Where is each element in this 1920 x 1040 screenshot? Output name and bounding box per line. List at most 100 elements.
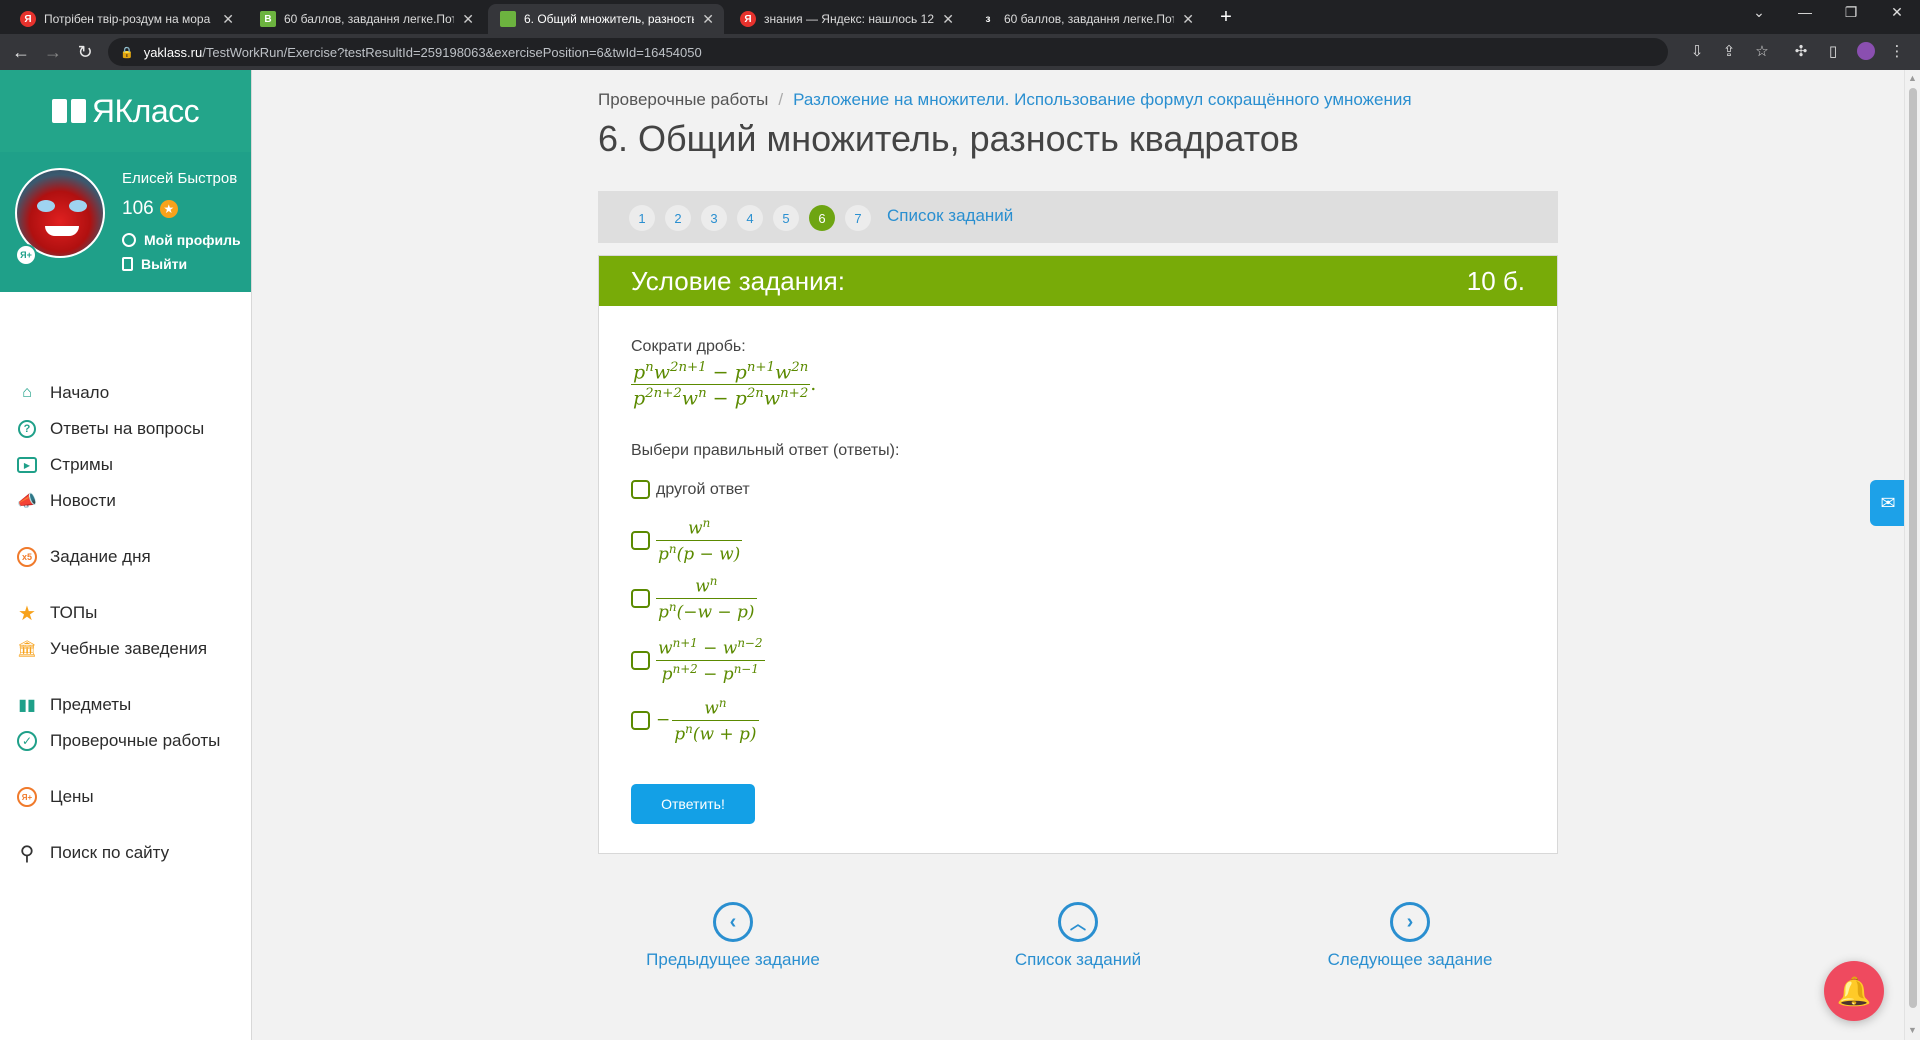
- answer-formula: wn+1 − wn−2 pn+2 − pn−1: [656, 636, 765, 685]
- browser-tab[interactable]: Я Потрібен твір-роздум на мора ✕: [8, 4, 244, 34]
- sidebar-item-subjects[interactable]: ▮▮ Предметы: [16, 694, 131, 716]
- close-window-button[interactable]: ✕: [1882, 4, 1912, 21]
- browser-toolbar: ← → ↻ 🔒 yaklass.ru /TestWorkRun/Exercise…: [0, 34, 1920, 70]
- tab-close-icon[interactable]: ✕: [222, 11, 234, 28]
- sidebar-item-label: Цены: [50, 787, 94, 806]
- answer-checkbox[interactable]: [631, 530, 650, 550]
- menu-dots-icon[interactable]: ⋮: [1886, 42, 1908, 60]
- prev-task-link[interactable]: ‹ Предыдущее задание: [643, 902, 823, 970]
- feedback-mail-icon[interactable]: ✉: [1870, 480, 1906, 526]
- task-list-label: Список заданий: [1014, 950, 1142, 969]
- bookmark-star-icon[interactable]: ☆: [1751, 42, 1773, 60]
- scrollbar[interactable]: ▲ ▼: [1904, 70, 1920, 1040]
- browser-tab[interactable]: з 60 баллов, завдання легке.Потр ✕: [968, 4, 1204, 34]
- pager-item[interactable]: 5: [773, 205, 799, 231]
- sidebar-item-prices[interactable]: Я+ Цены: [16, 786, 94, 808]
- new-tab-button[interactable]: +: [1215, 6, 1237, 29]
- tab-close-icon[interactable]: ✕: [1182, 11, 1194, 28]
- sidebar-item-home[interactable]: ⌂ Начало: [16, 382, 109, 404]
- logo[interactable]: ЯКласс: [0, 70, 251, 152]
- book-favicon-icon: [500, 11, 516, 27]
- pager-item[interactable]: 4: [737, 205, 763, 231]
- task-card: Условие задания: 10 б. Сократи дробь: pn…: [598, 255, 1558, 854]
- logout-link[interactable]: Выйти: [122, 256, 187, 272]
- browser-tab[interactable]: B 60 баллов, завдання легке.Потр ✕: [248, 4, 484, 34]
- search-icon: ⚲: [19, 842, 35, 865]
- sidebar-item-tops[interactable]: ★ ТОПы: [16, 602, 97, 625]
- reload-icon[interactable]: ↻: [74, 42, 96, 62]
- my-profile-link[interactable]: Мой профиль: [122, 232, 241, 248]
- restore-button[interactable]: ❐: [1836, 4, 1866, 21]
- pager-item-current[interactable]: 6: [809, 205, 835, 231]
- notification-bell-icon[interactable]: 🔔: [1824, 961, 1884, 1021]
- sidebar-item-schools[interactable]: 🏛 Учебные заведения: [16, 638, 207, 660]
- tab-close-icon[interactable]: ✕: [462, 11, 474, 28]
- megaphone-icon: 📣: [17, 493, 37, 510]
- choose-prompt: Выбери правильный ответ (ответы):: [631, 442, 900, 459]
- task-list-bottom-link[interactable]: ︿ Список заданий: [978, 902, 1178, 970]
- sidebar-item-daily-task[interactable]: x5 Задание дня: [16, 546, 151, 568]
- page: ЯКласс Я+ Елисей Быстров 106 ★ Мой профи…: [0, 70, 1920, 1040]
- breadcrumb-current[interactable]: Разложение на множители. Использование ф…: [793, 90, 1412, 109]
- next-task-link[interactable]: › Следующее задание: [1315, 902, 1505, 970]
- tab-close-icon[interactable]: ✕: [942, 11, 954, 28]
- star-icon: ★: [159, 200, 178, 218]
- sidebar-item-label: Проверочные работы: [50, 731, 221, 750]
- minimize-button[interactable]: —: [1790, 4, 1820, 20]
- pager-item[interactable]: 1: [629, 205, 655, 231]
- answer-formula: wn pn(w + p): [672, 696, 759, 745]
- scrollbar-thumb[interactable]: [1909, 88, 1917, 1008]
- extensions-icon[interactable]: ✣: [1790, 42, 1812, 60]
- answer-option-1[interactable]: wn pn(p − w): [631, 516, 743, 564]
- task-points: 10 б.: [1466, 265, 1525, 296]
- sidebar-item-tests[interactable]: ✓ Проверочные работы: [16, 730, 220, 752]
- browser-tab[interactable]: Я знания — Яндекс: нашлось 12 м ✕: [728, 4, 964, 34]
- sidebar-item-label: Учебные заведения: [50, 639, 208, 658]
- task-list-link[interactable]: Список заданий: [887, 206, 1013, 226]
- forward-icon[interactable]: →: [42, 42, 64, 62]
- install-icon[interactable]: ⇩: [1686, 42, 1708, 60]
- page-title: 6. Общий множитель, разность квадратов: [598, 118, 1299, 159]
- back-icon[interactable]: ←: [10, 42, 32, 62]
- answer-checkbox[interactable]: [631, 650, 650, 670]
- url-host: yaklass.ru: [143, 44, 203, 60]
- sidebar-item-streams[interactable]: ▶ Стримы: [16, 454, 113, 476]
- yandex-favicon-icon: Я: [20, 11, 36, 27]
- answer-option-2[interactable]: wn pn(−w − p): [631, 574, 757, 622]
- tab-title: 60 баллов, завдання легке.Потр: [1004, 12, 1175, 26]
- sidebar-item-answers[interactable]: ? Ответы на вопросы: [16, 418, 204, 440]
- scroll-up-icon[interactable]: ▲: [1908, 73, 1917, 83]
- breadcrumb-root[interactable]: Проверочные работы: [598, 90, 768, 109]
- side-panel-icon[interactable]: ▯: [1822, 42, 1844, 60]
- answer-option-other[interactable]: другой ответ: [631, 480, 750, 499]
- answer-option-4[interactable]: − wn pn(w + p): [631, 696, 759, 744]
- answer-checkbox[interactable]: [631, 588, 650, 608]
- answer-checkbox[interactable]: [631, 480, 650, 499]
- scroll-down-icon[interactable]: ▼: [1908, 1025, 1917, 1035]
- sidebar-item-label: Стримы: [50, 455, 113, 474]
- browser-tab-bar: Я Потрібен твір-роздум на мора ✕ B 60 ба…: [0, 0, 1920, 34]
- answer-option-3[interactable]: wn+1 − wn−2 pn+2 − pn−1: [631, 636, 765, 684]
- breadcrumb: Проверочные работы / Разложение на множите…: [598, 90, 1412, 110]
- profile-icon: [122, 233, 136, 247]
- address-bar[interactable]: 🔒 yaklass.ru /TestWorkRun/Exercise?testR…: [108, 38, 1668, 66]
- browser-tab-active[interactable]: 6. Общий множитель, разность ✕: [488, 4, 724, 34]
- sidebar-item-label: Поиск по сайту: [50, 843, 170, 862]
- books-icon: ▮▮: [18, 697, 36, 714]
- pager-item[interactable]: 3: [701, 205, 727, 231]
- pager-item[interactable]: 2: [665, 205, 691, 231]
- task-header-title: Условие задания:: [631, 265, 845, 296]
- sidebar-item-label: Начало: [50, 383, 110, 402]
- tab-close-icon[interactable]: ✕: [702, 11, 714, 28]
- next-task-label: Следующее задание: [1327, 950, 1493, 969]
- answer-checkbox[interactable]: [631, 710, 650, 730]
- pager-item[interactable]: 7: [845, 205, 871, 231]
- sidebar-item-news[interactable]: 📣 Новости: [16, 490, 116, 512]
- tab-search-icon[interactable]: ⌄: [1744, 4, 1774, 21]
- submit-answer-button[interactable]: Ответить!: [631, 784, 755, 824]
- task-fraction: pnw2n+1 − pn+1w2n p2n+2wn − p2nwn+2 .: [631, 360, 817, 410]
- sidebar-item-search[interactable]: ⚲ Поиск по сайту: [16, 842, 170, 865]
- share-icon[interactable]: ⇪: [1718, 42, 1740, 60]
- task-header: Условие задания: 10 б.: [599, 256, 1557, 306]
- profile-avatar-icon[interactable]: [1855, 42, 1877, 64]
